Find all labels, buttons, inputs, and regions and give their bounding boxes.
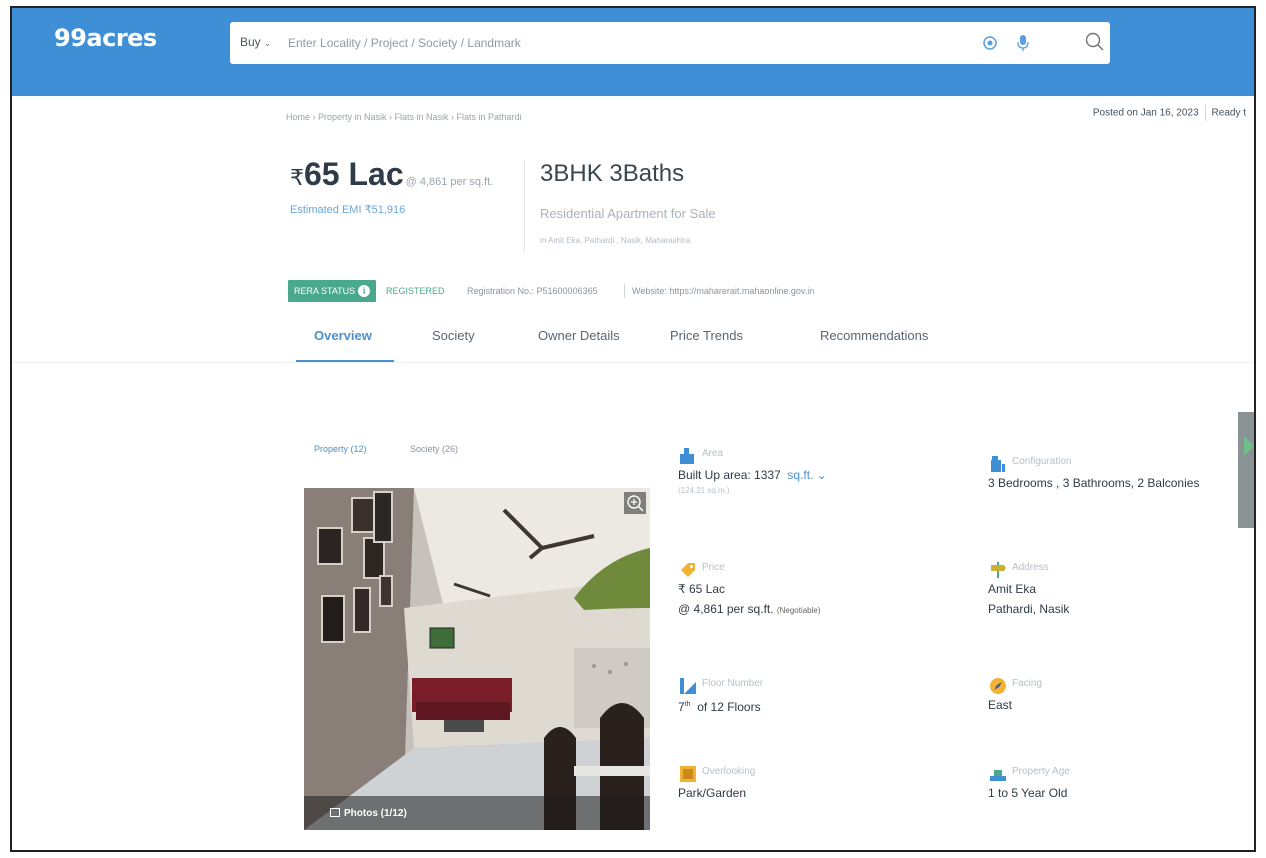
posted-info: Posted on Jan 16, 2023 Ready t xyxy=(1093,105,1246,121)
divider xyxy=(524,160,525,252)
photos-count-label: Photos (1/12) xyxy=(344,808,407,819)
chevron-down-icon: ⌄ xyxy=(263,38,272,48)
spec-facing-value: East xyxy=(988,698,1013,712)
gallery-tab-property[interactable]: Property (12) xyxy=(314,444,367,454)
rera-registered-label: REGISTERED xyxy=(386,286,445,296)
area-unit-label: sq.ft. xyxy=(787,468,814,482)
play-arrow-icon xyxy=(1244,436,1254,456)
tab-overview[interactable]: Overview xyxy=(314,328,372,343)
zoom-in-icon[interactable] xyxy=(624,492,646,514)
listing-location: in Amit Eka, Pathardi , Nasik, Maharasht… xyxy=(540,236,691,245)
search-icon[interactable] xyxy=(1084,31,1106,53)
listing-title: 3BHK 3Baths xyxy=(540,160,685,187)
currency-symbol: ₹ xyxy=(290,165,304,190)
spec-facing-label: Facing xyxy=(1012,678,1043,689)
posted-date: Posted on Jan 16, 2023 xyxy=(1092,107,1199,119)
buy-dropdown-label: Buy xyxy=(240,35,261,49)
tab-recommendations[interactable]: Recommendations xyxy=(820,328,928,343)
spec-floor-label: Floor Number xyxy=(702,678,764,689)
spec-address-label: Address xyxy=(1012,562,1049,573)
area-icon xyxy=(680,448,694,464)
chevron-down-icon: ⌄ xyxy=(816,468,827,482)
tab-owner-details[interactable]: Owner Details xyxy=(538,328,620,343)
photos-count-button[interactable]: Photos (1/12) xyxy=(330,808,407,819)
area-text: Built Up area: 1337 xyxy=(678,468,781,482)
property-photo[interactable]: Photos (1/12) xyxy=(304,488,650,830)
gallery-icon xyxy=(330,808,340,817)
tab-price-trends[interactable]: Price Trends xyxy=(670,328,743,343)
price-block: ₹65 Lac @ 4,861 per sq.ft. xyxy=(290,156,493,193)
compass-icon xyxy=(990,678,1006,694)
spec-area-label: Area xyxy=(702,448,724,459)
spec-address-line2: Pathardi, Nasik xyxy=(988,602,1070,616)
spec-price-value: ₹ 65 Lac xyxy=(678,582,725,596)
spec-overlooking-label: Overlooking xyxy=(702,766,756,777)
floor-icon xyxy=(680,678,696,694)
overlooking-icon xyxy=(680,766,696,782)
emi-estimate-link[interactable]: Estimated EMI ₹51,916 xyxy=(290,203,405,216)
tabs-divider xyxy=(12,362,1254,363)
spec-floor-value: 7th of 12 Floors xyxy=(678,696,761,716)
possession-status: Ready t xyxy=(1211,107,1246,119)
spec-overlooking-value: Park/Garden xyxy=(678,786,747,800)
rera-status-badge[interactable]: RERA STATUS i xyxy=(288,280,377,302)
price-per-sqft: @ 4,861 per sq.ft. xyxy=(405,176,494,188)
spec-configuration-value: 3 Bedrooms , 3 Bathrooms, 2 Balconies xyxy=(988,476,1200,490)
rera-website[interactable]: Website: https://maharerait.mahaonline.g… xyxy=(632,286,814,296)
listing-subtitle: Residential Apartment for Sale xyxy=(540,206,716,221)
living-room-image xyxy=(304,488,650,830)
divider xyxy=(1204,105,1206,121)
gallery-tab-society[interactable]: Society (26) xyxy=(410,444,458,454)
spec-configuration-label: Configuration xyxy=(1012,456,1072,467)
floor-number: 7 xyxy=(678,700,685,714)
spec-price-label: Price xyxy=(702,562,725,573)
price-amount: 65 Lac xyxy=(304,156,404,192)
site-logo[interactable]: 99acres xyxy=(54,24,157,52)
floor-total: of 12 Floors xyxy=(697,700,761,714)
search-bar: Buy ⌄ xyxy=(230,22,1110,64)
floor-suffix: th xyxy=(684,701,691,708)
side-feedback-tab[interactable] xyxy=(1238,412,1254,528)
spec-area-value: Built Up area: 1337 sq.ft. ⌄ xyxy=(678,466,827,484)
divider xyxy=(624,284,625,298)
rera-registration-number: Registration No.: P51600006365 xyxy=(467,286,598,296)
signpost-icon xyxy=(991,562,1006,578)
microphone-icon[interactable] xyxy=(1016,34,1030,52)
building-icon xyxy=(991,456,1005,472)
property-age-icon xyxy=(990,770,1006,781)
spec-price-per: @ 4,861 per sq.ft. (Negotiable) xyxy=(678,600,821,620)
tab-society[interactable]: Society xyxy=(432,328,475,343)
locate-me-icon[interactable] xyxy=(982,35,998,51)
price-per-sqft-text: @ 4,861 per sq.ft. xyxy=(678,602,774,616)
spec-area-metric: (124.21 sq.m.) xyxy=(678,486,730,495)
negotiable-note: (Negotiable) xyxy=(776,606,821,615)
area-unit-dropdown[interactable]: sq.ft. ⌄ xyxy=(787,468,826,482)
spec-property-age-value: 1 to 5 Year Old xyxy=(988,786,1068,800)
price-tag-icon xyxy=(681,563,695,577)
buy-dropdown[interactable]: Buy ⌄ xyxy=(240,35,271,49)
breadcrumb[interactable]: Home › Property in Nasik › Flats in Nasi… xyxy=(286,112,522,122)
spec-property-age-label: Property Age xyxy=(1012,766,1070,777)
spec-address-line1: Amit Eka xyxy=(988,582,1037,596)
top-header: 99acres Buy ⌄ xyxy=(12,8,1254,96)
browser-frame: 99acres Buy⌄ Home › Property in Nasik › … xyxy=(10,6,1256,852)
rera-badge-label: RERA STATUS xyxy=(294,286,356,296)
search-input[interactable] xyxy=(288,32,928,54)
info-icon[interactable]: i xyxy=(358,285,371,297)
